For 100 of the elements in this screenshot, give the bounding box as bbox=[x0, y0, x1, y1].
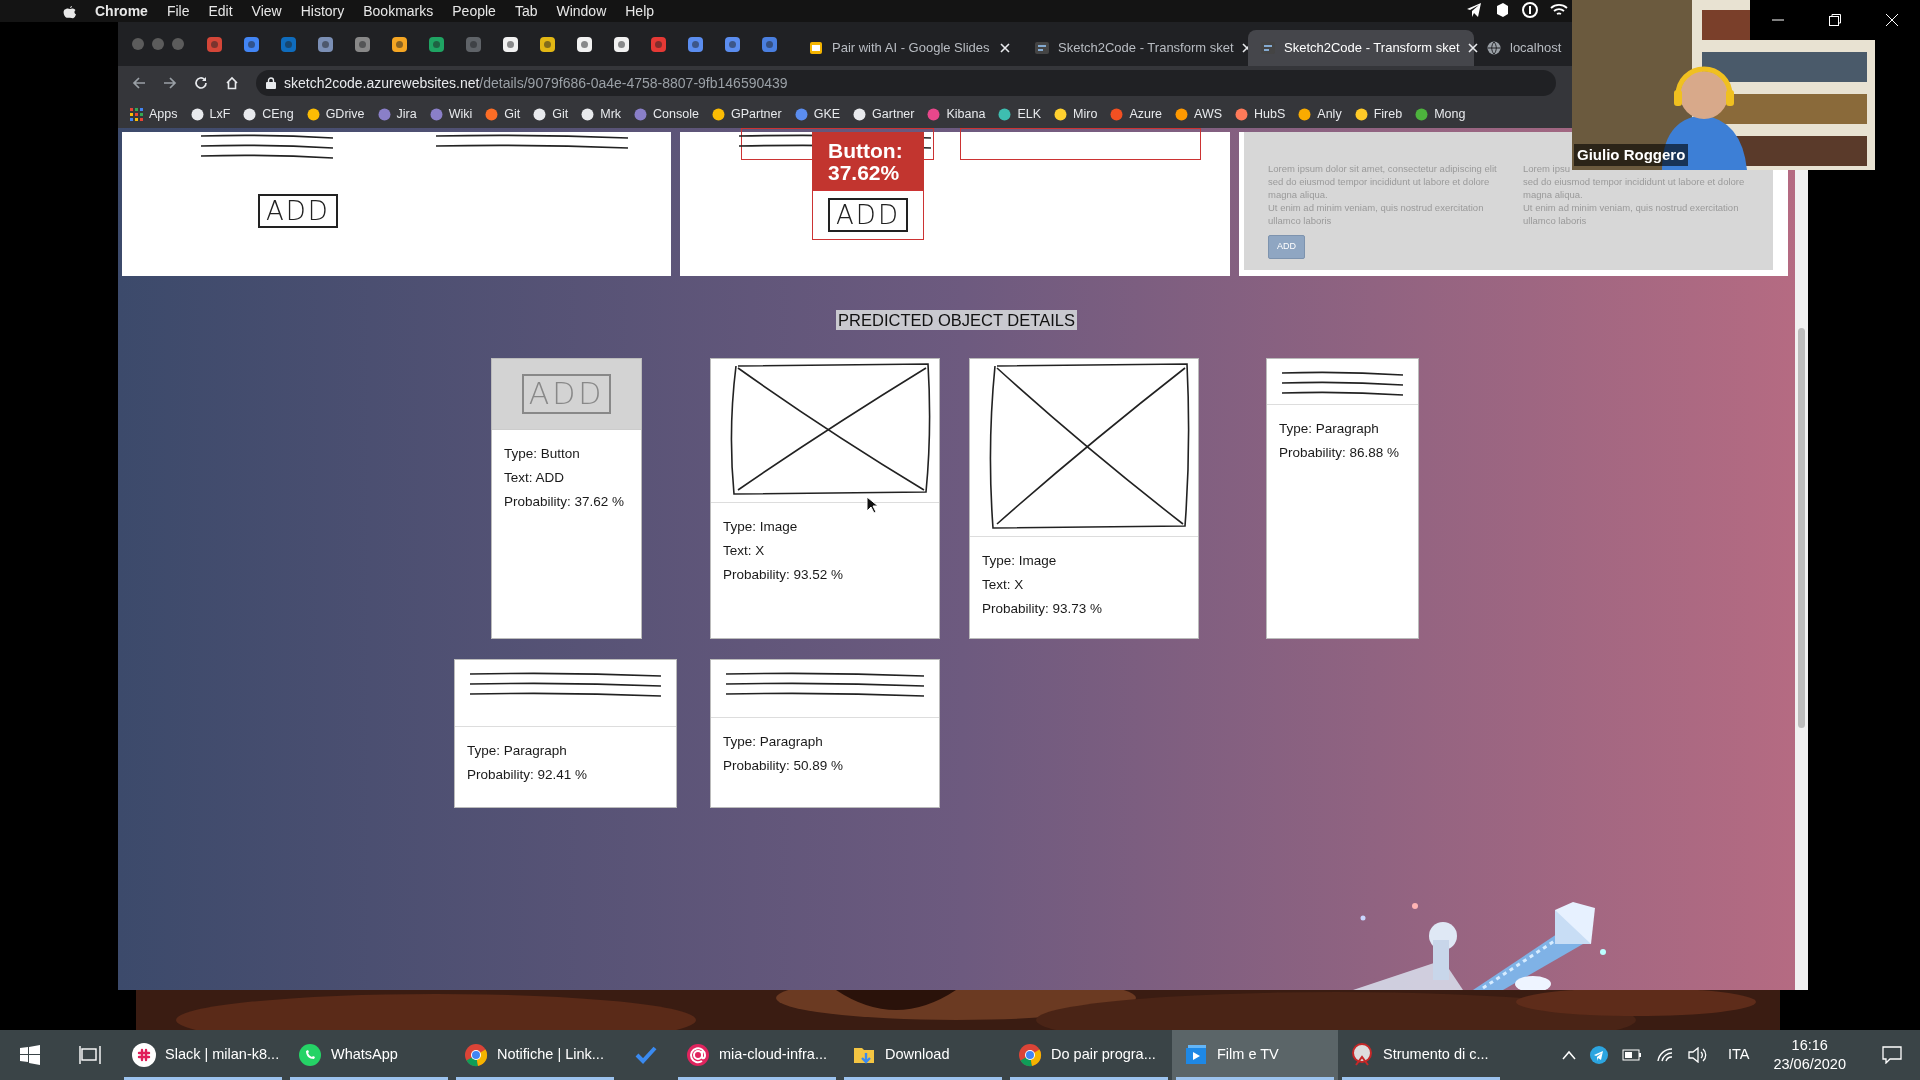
detail-text: Type: Button bbox=[504, 445, 581, 463]
at-sign-icon bbox=[686, 1043, 710, 1067]
page-icon bbox=[1034, 40, 1050, 56]
battery-icon[interactable] bbox=[1621, 1049, 1642, 1061]
cursor-icon bbox=[866, 496, 878, 514]
section-title: PREDICTED OBJECT DETAILS bbox=[836, 310, 1077, 330]
reload-icon[interactable] bbox=[194, 76, 208, 90]
menu-item[interactable]: File bbox=[166, 0, 190, 22]
volume-icon[interactable] bbox=[1687, 1047, 1708, 1063]
bookmark-icon bbox=[533, 107, 547, 121]
bookmark[interactable]: Mong bbox=[1415, 104, 1466, 124]
taskbar-button[interactable]: WhatsApp bbox=[286, 1030, 452, 1080]
close-icon[interactable] bbox=[1000, 43, 1010, 53]
notification-icon[interactable] bbox=[1882, 1046, 1902, 1064]
app-icon[interactable] bbox=[576, 35, 593, 53]
taskbar-button[interactable]: Strumento di c... bbox=[1338, 1030, 1504, 1080]
taskbar-button[interactable]: mia-cloud-infra... bbox=[674, 1030, 840, 1080]
detail-text: Type: Paragraph bbox=[467, 742, 568, 760]
paper-plane-icon[interactable] bbox=[1466, 2, 1482, 18]
bookmark[interactable]: Fireb bbox=[1354, 104, 1403, 124]
bookmark-icon bbox=[1415, 107, 1429, 121]
detail-text: Probability: 50.89 % bbox=[723, 757, 845, 775]
globe-icon bbox=[1486, 40, 1502, 56]
restore-icon[interactable] bbox=[1829, 14, 1841, 26]
app-icon[interactable] bbox=[613, 35, 630, 53]
detail-text: Type: Image bbox=[723, 518, 799, 536]
chevron-up-icon[interactable] bbox=[1561, 1050, 1576, 1060]
detail-text: Text: X bbox=[982, 576, 1025, 594]
taskbar-button[interactable]: Film e TV bbox=[1172, 1030, 1338, 1080]
app-icon[interactable] bbox=[391, 35, 408, 53]
window-control-icon[interactable] bbox=[132, 38, 144, 50]
menu-item[interactable]: Tab bbox=[514, 0, 538, 22]
bookmark-icon bbox=[485, 107, 499, 121]
prediction-label: Button: 37.62% bbox=[812, 132, 924, 192]
app-icon[interactable] bbox=[539, 35, 556, 53]
slack-icon bbox=[132, 1043, 156, 1067]
bookmark[interactable]: Git bbox=[533, 104, 569, 124]
menu-item[interactable]: Window bbox=[556, 0, 607, 22]
menu-item[interactable]: Bookmarks bbox=[363, 0, 434, 22]
bookmark[interactable]: GDrive bbox=[306, 104, 365, 124]
menu-item[interactable]: Chrome bbox=[95, 0, 148, 22]
bookmark[interactable]: GKE bbox=[794, 104, 841, 124]
bookmark[interactable]: Wiki bbox=[429, 104, 473, 124]
window-control-icon[interactable] bbox=[172, 38, 184, 50]
menu-item[interactable]: View bbox=[251, 0, 282, 22]
bookmark[interactable]: Anly bbox=[1298, 104, 1342, 124]
taskbar-button[interactable]: Do pair progra... bbox=[1006, 1030, 1172, 1080]
menu-item[interactable]: History bbox=[300, 0, 345, 22]
bookmark[interactable]: Git bbox=[485, 104, 521, 124]
window-control-icon[interactable] bbox=[152, 38, 164, 50]
clock-date[interactable]: 23/06/2020 bbox=[1773, 1055, 1846, 1074]
forward-icon[interactable] bbox=[163, 76, 177, 90]
taskbar-button[interactable]: Slack | milan-k8... bbox=[120, 1030, 286, 1080]
menu-item[interactable]: Edit bbox=[208, 0, 233, 22]
cube-icon[interactable] bbox=[1494, 2, 1510, 18]
bookmark[interactable]: HubS bbox=[1235, 104, 1286, 124]
close-icon[interactable] bbox=[1467, 43, 1478, 53]
snipping-tool-icon bbox=[1350, 1043, 1374, 1067]
paper-plane-icon[interactable] bbox=[1589, 1046, 1608, 1064]
menu-item[interactable]: People bbox=[452, 0, 496, 22]
wifi-icon[interactable] bbox=[1655, 1047, 1674, 1063]
language-indicator[interactable]: ITA bbox=[1727, 1044, 1750, 1066]
task-view-icon[interactable] bbox=[79, 1046, 101, 1064]
paragraph-line: ullamco laboris bbox=[1268, 214, 1332, 227]
bookmark[interactable]: Apps bbox=[130, 104, 178, 124]
bookmark[interactable]: ELK bbox=[998, 104, 1042, 124]
apple-icon[interactable] bbox=[62, 3, 76, 19]
taskbar-button[interactable]: Notifiche | Link... bbox=[452, 1030, 618, 1080]
bookmark-icon bbox=[581, 107, 595, 121]
detail-text: Text: X bbox=[723, 542, 766, 560]
browser-tab[interactable]: Pair with AI - Google Slides bbox=[796, 30, 1022, 66]
bookmark[interactable]: CEng bbox=[243, 104, 294, 124]
bookmark[interactable]: Kibana bbox=[927, 104, 986, 124]
bookmark[interactable]: LxF bbox=[190, 104, 231, 124]
participant-name: Giulio Roggero bbox=[1574, 144, 1689, 166]
bookmark[interactable]: Azure bbox=[1110, 104, 1163, 124]
browser-tab[interactable]: localhost bbox=[1474, 30, 1572, 66]
menu-item[interactable]: Help bbox=[625, 0, 655, 22]
windows-start-icon[interactable] bbox=[20, 1045, 40, 1065]
password-manager-icon[interactable] bbox=[1522, 2, 1538, 18]
app-icon[interactable] bbox=[502, 35, 519, 53]
bookmark[interactable]: Miro bbox=[1054, 104, 1098, 124]
bookmark[interactable]: GPartner bbox=[711, 104, 782, 124]
bookmark[interactable]: Gartner bbox=[853, 104, 915, 124]
wifi-icon[interactable] bbox=[1550, 3, 1568, 17]
bookmark-icon bbox=[998, 107, 1012, 121]
bookmark[interactable]: Jira bbox=[377, 104, 417, 124]
home-icon[interactable] bbox=[225, 76, 239, 90]
apps-grid-icon bbox=[130, 107, 143, 121]
detail-text: Text: ADD bbox=[504, 469, 566, 487]
taskbar-button[interactable]: Download bbox=[840, 1030, 1006, 1080]
back-icon[interactable] bbox=[132, 76, 146, 90]
bookmark-icon bbox=[634, 107, 648, 121]
bookmark[interactable]: Mrk bbox=[581, 104, 622, 124]
bookmark[interactable]: Console bbox=[634, 104, 699, 124]
detail-text: Probability: 37.62 % bbox=[504, 493, 626, 511]
address-bar[interactable]: sketch2code.azurewebsites.net/details/9079f686-0a4e-4758-8807-9fb146590439 bbox=[256, 70, 1556, 96]
bookmark-icon bbox=[794, 107, 808, 121]
clock-time[interactable]: 16:16 bbox=[1791, 1036, 1828, 1055]
bookmark[interactable]: AWS bbox=[1175, 104, 1223, 124]
